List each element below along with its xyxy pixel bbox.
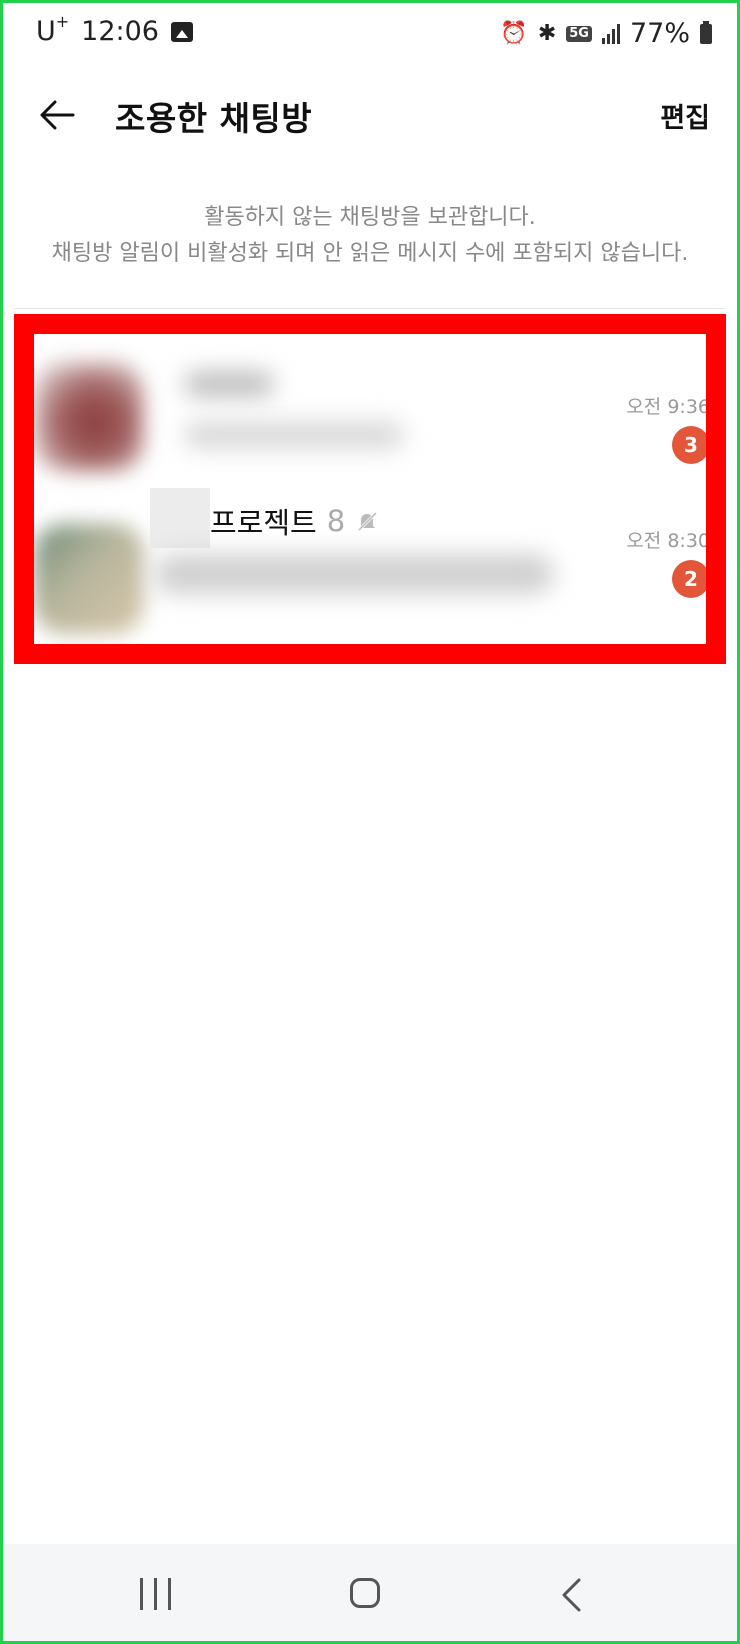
- battery-icon: [700, 20, 712, 44]
- highlight-annotation: [14, 314, 726, 664]
- status-bar: U+ 12:06 ⏰ ✱ 5G 77%: [0, 0, 740, 70]
- divider: [14, 308, 726, 309]
- status-left: U+ 12:06: [36, 12, 193, 47]
- image-icon: [170, 21, 193, 42]
- info-line-1: 활동하지 않는 채팅방을 보관합니다.: [204, 205, 536, 230]
- edit-button[interactable]: 편집: [660, 96, 710, 135]
- battery-percent: 77%: [629, 18, 690, 49]
- nav-back-button[interactable]: [560, 1578, 584, 1616]
- info-line-2: 채팅방 알림이 비활성화 되며 안 읽은 메시지 수에 포함되지 않습니다.: [51, 241, 689, 266]
- status-right: ⏰ ✱ 5G 77%: [500, 18, 712, 49]
- system-nav-bar: [0, 1544, 740, 1644]
- chevron-left-icon: [562, 1578, 581, 1612]
- alarm-icon: ⏰: [500, 21, 528, 46]
- carrier: U+: [36, 12, 70, 47]
- recent-apps-button[interactable]: [140, 1578, 171, 1610]
- back-arrow-icon: [40, 100, 75, 130]
- 5g-icon: 5G: [566, 25, 592, 42]
- info-description: 활동하지 않는 채팅방을 보관합니다. 채팅방 알림이 비활성화 되며 안 읽은…: [0, 200, 740, 272]
- back-button[interactable]: [32, 90, 82, 140]
- bluetooth-icon: ✱: [537, 21, 557, 46]
- page-title: 조용한 채팅방: [115, 99, 313, 138]
- clock: 12:06: [81, 16, 159, 47]
- signal-icon: [601, 23, 620, 44]
- app-header: 조용한 채팅방 편집: [0, 70, 740, 160]
- home-button[interactable]: [350, 1578, 380, 1608]
